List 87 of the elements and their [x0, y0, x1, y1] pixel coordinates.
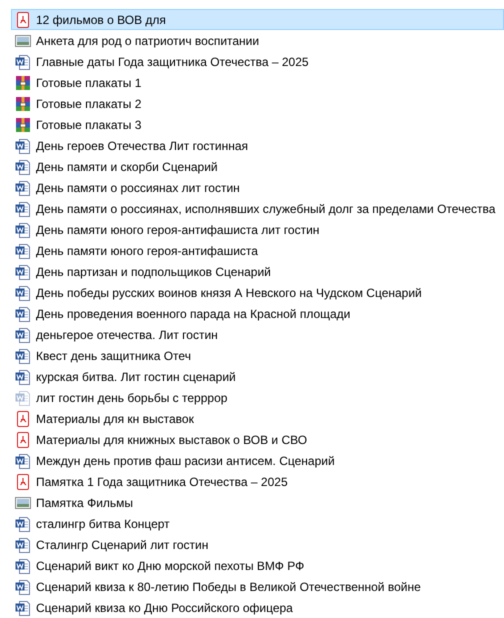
- word-document-icon: [15, 326, 31, 342]
- file-row[interactable]: Материалы для книжных выставок о ВОВ и СВО: [11, 429, 504, 450]
- file-row[interactable]: Междун день против фаш расизи антисем. Сценарий: [11, 450, 504, 471]
- file-name: Готовые плакаты 3: [36, 118, 142, 130]
- archive-icon: [15, 96, 31, 112]
- file-name: деньгерое отечества. Лит гостин: [36, 328, 218, 340]
- file-name: День памяти юного героя-антифашиста: [36, 244, 258, 256]
- file-name: Сценарий квиза ко Дню Российского офицера: [36, 602, 293, 614]
- file-row[interactable]: День партизан и подпольщиков Сценарий: [11, 261, 504, 282]
- file-row[interactable]: деньгерое отечества. Лит гостин: [11, 324, 504, 345]
- pdf-icon: [15, 12, 31, 28]
- file-name: Сценарий викт ко Дню морской пехоты ВМФ РФ: [36, 560, 304, 572]
- word-document-icon: [15, 348, 31, 364]
- word-document-icon: [15, 180, 31, 196]
- file-row[interactable]: День героев Отечества Лит гостинная: [11, 135, 504, 156]
- file-name: День партизан и подпольщиков Сценарий: [36, 266, 271, 278]
- file-name: 12 фильмов о ВОВ для: [36, 14, 166, 26]
- file-row[interactable]: Сталингр Сценарий лит гостин: [11, 534, 504, 555]
- file-name: Готовые плакаты 1: [36, 76, 142, 88]
- file-row[interactable]: День памяти о россиянах, исполнявших служебный долг за пределами Отечества: [11, 198, 504, 219]
- file-name: Междун день против фаш расизи антисем. Сценарий: [36, 454, 335, 466]
- file-row[interactable]: Готовые плакаты 2: [11, 93, 504, 114]
- file-row[interactable]: Сценарий викт ко Дню морской пехоты ВМФ РФ: [11, 555, 504, 576]
- file-name: Памятка Фильмы: [36, 496, 134, 508]
- word-document-icon: [15, 158, 31, 174]
- file-row[interactable]: лит гостин день борьбы с терррор: [11, 387, 504, 408]
- file-row[interactable]: Материалы для кн выставок: [11, 408, 504, 429]
- file-row[interactable]: Квест день защитника Отеч: [11, 345, 504, 366]
- file-name: День победы русских воинов князя А Невского на Чудском Сценарий: [36, 286, 422, 298]
- file-name: Материалы для книжных выставок о ВОВ и СВО: [36, 434, 308, 446]
- word-document-icon: [15, 516, 31, 532]
- file-name: День проведения военного парада на Красной площади: [36, 308, 350, 320]
- file-row[interactable]: Готовые плакаты 1: [11, 72, 504, 93]
- file-row[interactable]: День памяти юного героя-антифашиста: [11, 240, 504, 261]
- file-row[interactable]: День памяти о россиянах лит гостин: [11, 177, 504, 198]
- file-name: День памяти о россиянах лит гостин: [36, 182, 240, 194]
- word-document-icon: [15, 264, 31, 280]
- file-row[interactable]: День памяти юного героя-антифашиста лит гостин: [11, 219, 504, 240]
- file-row[interactable]: День проведения военного парада на Красной площади: [11, 303, 504, 324]
- file-name: лит гостин день борьбы с терррор: [36, 392, 228, 404]
- file-name: Готовые плакаты 2: [36, 98, 142, 110]
- word-document-icon: [15, 54, 31, 70]
- file-row[interactable]: Памятка 1 Года защитника Отечества – 2025: [11, 471, 504, 492]
- word-document-icon: [15, 306, 31, 322]
- file-row[interactable]: 12 фильмов о ВОВ для: [11, 9, 504, 30]
- word-document-icon: [15, 452, 31, 468]
- word-document-icon: [15, 536, 31, 552]
- image-file-icon: [15, 494, 31, 510]
- pdf-icon: [15, 432, 31, 448]
- file-name: курская битва. Лит гостин сценарий: [36, 370, 236, 382]
- pdf-icon: [15, 410, 31, 426]
- file-row[interactable]: Сценарий квиза к 80-летию Победы в Великой Отечественной войне: [11, 576, 504, 597]
- word-document-icon: [15, 578, 31, 594]
- word-document-icon: [15, 138, 31, 154]
- file-row[interactable]: Готовые плакаты 3: [11, 114, 504, 135]
- file-name: Анкета для род о патриотич воспитании: [36, 34, 260, 46]
- file-name: День памяти о россиянах, исполнявших служебный долг за пределами Отечества: [36, 202, 496, 214]
- file-name: День памяти и скорби Сценарий: [36, 160, 218, 172]
- word-document-icon: [15, 390, 31, 406]
- archive-icon: [15, 74, 31, 90]
- file-name: Квест день защитника Отеч: [36, 350, 191, 362]
- file-name: Главные даты Года защитника Отечества – 2025: [36, 56, 309, 68]
- file-row[interactable]: сталингр битва Концерт: [11, 513, 504, 534]
- file-row[interactable]: Сценарий квиза ко Дню Российского офицера: [11, 597, 504, 618]
- image-file-icon: [15, 32, 31, 48]
- file-name: Сценарий квиза к 80-летию Победы в Великой Отечественной войне: [36, 580, 421, 592]
- word-document-icon: [15, 200, 31, 216]
- file-name: Памятка 1 Года защитника Отечества – 2025: [36, 476, 288, 488]
- pdf-icon: [15, 474, 31, 490]
- file-row[interactable]: курская битва. Лит гостин сценарий: [11, 366, 504, 387]
- file-row[interactable]: Анкета для род о патриотич воспитании: [11, 30, 504, 51]
- file-name: Материалы для кн выставок: [36, 412, 194, 424]
- word-document-icon: [15, 222, 31, 238]
- word-document-icon: [15, 600, 31, 616]
- file-row[interactable]: День победы русских воинов князя А Невского на Чудском Сценарий: [11, 282, 504, 303]
- file-name: День памяти юного героя-антифашиста лит гостин: [36, 224, 320, 236]
- file-name: День героев Отечества Лит гостинная: [36, 140, 248, 152]
- word-document-icon: [15, 368, 31, 384]
- file-row[interactable]: Памятка Фильмы: [11, 492, 504, 513]
- archive-icon: [15, 116, 31, 132]
- file-row[interactable]: День памяти и скорби Сценарий: [11, 156, 504, 177]
- file-name: сталингр битва Концерт: [36, 518, 170, 530]
- word-document-icon: [15, 558, 31, 574]
- file-name: Сталингр Сценарий лит гостин: [36, 538, 208, 550]
- word-document-icon: [15, 242, 31, 258]
- word-document-icon: [15, 284, 31, 300]
- file-row[interactable]: Главные даты Года защитника Отечества – 2025: [11, 51, 504, 72]
